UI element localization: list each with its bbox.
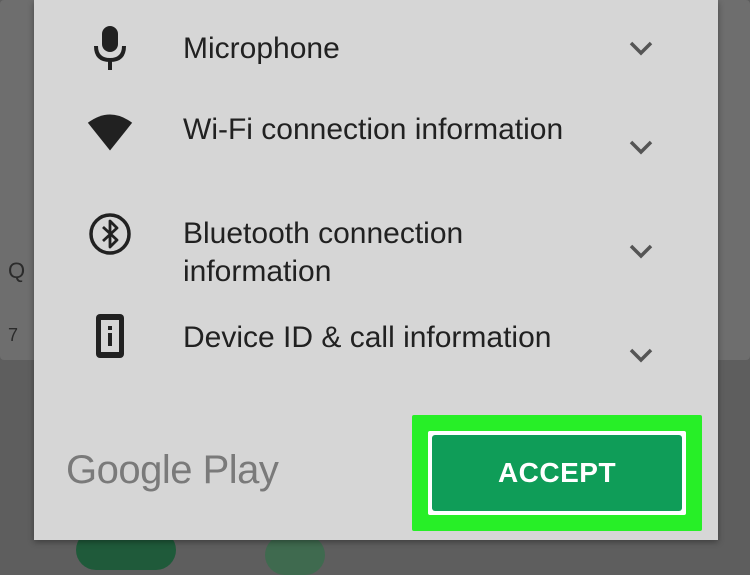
permission-label: Wi-Fi connection information <box>183 113 564 146</box>
permission-row-device-id[interactable]: Device ID & call information <box>34 314 718 396</box>
accept-highlight-box: ACCEPT <box>412 415 702 531</box>
background-letter: Q <box>8 258 26 283</box>
background-digit: 7 <box>8 325 19 345</box>
permission-row-microphone[interactable]: Microphone <box>34 20 718 80</box>
accept-button[interactable]: ACCEPT <box>432 435 682 511</box>
chevron-down-icon[interactable] <box>626 236 656 266</box>
google-play-logo: Google Play <box>66 448 279 492</box>
device-info-icon <box>86 312 134 360</box>
permission-label: Bluetooth connection information <box>183 217 464 288</box>
chevron-down-icon[interactable] <box>626 33 656 63</box>
background-app-icon <box>265 535 325 575</box>
wifi-icon <box>86 108 134 156</box>
permission-row-bluetooth[interactable]: Bluetooth connection information <box>34 212 718 292</box>
permission-row-wifi[interactable]: Wi-Fi connection information <box>34 108 718 188</box>
permission-label: Device ID & call information <box>183 321 552 354</box>
bluetooth-icon <box>86 210 134 258</box>
permission-label: Microphone <box>183 32 340 65</box>
chevron-down-icon[interactable] <box>626 132 656 162</box>
accept-button-frame: ACCEPT <box>428 431 686 515</box>
permissions-dialog: Microphone Wi-Fi connection information … <box>34 0 718 540</box>
microphone-icon <box>86 24 134 72</box>
chevron-down-icon[interactable] <box>626 340 656 370</box>
